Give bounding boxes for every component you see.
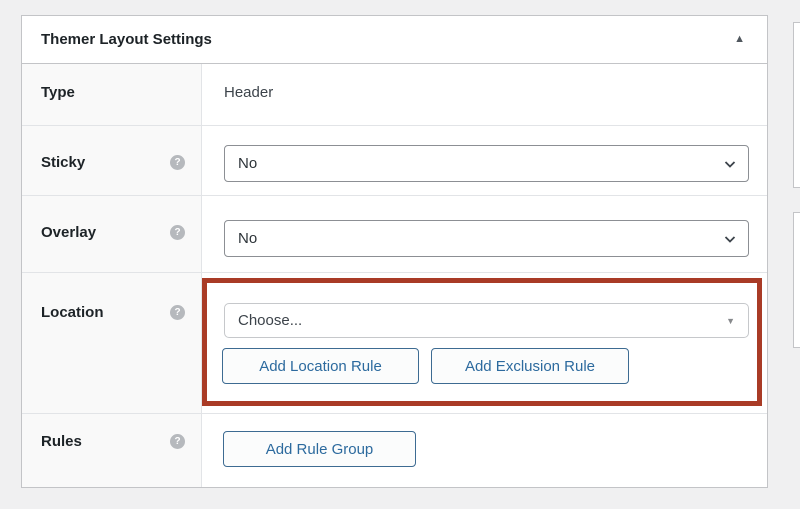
add-exclusion-rule-button[interactable]: Add Exclusion Rule bbox=[431, 348, 629, 384]
panel-header: Themer Layout Settings ▲ bbox=[22, 16, 767, 64]
sticky-select[interactable]: No bbox=[224, 145, 749, 182]
collapse-toggle-button[interactable]: ▲ bbox=[728, 32, 751, 47]
sticky-help-icon[interactable]: ? bbox=[170, 155, 185, 170]
rules-field-cell: Add Rule Group bbox=[202, 414, 767, 487]
type-label-cell: Type bbox=[22, 64, 202, 125]
rules-label: Rules bbox=[41, 433, 82, 451]
adjacent-panel-bottom bbox=[793, 212, 800, 348]
type-value-cell: Header bbox=[202, 64, 767, 125]
location-select-value: Choose... bbox=[238, 312, 302, 329]
chevron-down-icon bbox=[722, 231, 738, 247]
location-label: Location bbox=[41, 304, 104, 322]
location-label-cell: Location ? bbox=[22, 273, 202, 413]
type-value: Header bbox=[224, 84, 273, 102]
adjacent-panel-top bbox=[793, 22, 800, 188]
sticky-label-cell: Sticky ? bbox=[22, 126, 202, 195]
add-rule-group-button[interactable]: Add Rule Group bbox=[223, 431, 416, 467]
page-background: { "panel": { "title": "Themer Layout Set… bbox=[0, 0, 800, 509]
chevron-down-icon bbox=[722, 156, 738, 172]
overlay-label-cell: Overlay ? bbox=[22, 196, 202, 272]
settings-row-location: Location ? Choose... ▼ Add Location Rule… bbox=[22, 273, 767, 414]
add-location-rule-button[interactable]: Add Location Rule bbox=[222, 348, 419, 384]
location-choose-select[interactable]: Choose... ▼ bbox=[224, 303, 749, 338]
panel-title: Themer Layout Settings bbox=[41, 31, 212, 48]
rules-label-cell: Rules ? bbox=[22, 414, 202, 487]
sticky-field-cell: No bbox=[202, 126, 767, 195]
type-label: Type bbox=[41, 84, 75, 102]
sticky-select-value: No bbox=[238, 155, 257, 172]
sticky-label: Sticky bbox=[41, 154, 85, 172]
overlay-label: Overlay bbox=[41, 224, 96, 242]
overlay-help-icon[interactable]: ? bbox=[170, 225, 185, 240]
settings-row-type: Type Header bbox=[22, 64, 767, 126]
overlay-select[interactable]: No bbox=[224, 220, 749, 257]
overlay-field-cell: No bbox=[202, 196, 767, 272]
settings-row-rules: Rules ? Add Rule Group bbox=[22, 414, 767, 487]
location-field-cell: Choose... ▼ Add Location Rule Add Exclus… bbox=[202, 273, 767, 413]
location-help-icon[interactable]: ? bbox=[170, 305, 185, 320]
collapse-up-icon: ▲ bbox=[734, 33, 745, 45]
settings-row-sticky: Sticky ? No bbox=[22, 126, 767, 196]
settings-row-overlay: Overlay ? No bbox=[22, 196, 767, 273]
themer-layout-settings-panel: Themer Layout Settings ▲ Type Header Sti… bbox=[21, 15, 768, 488]
location-buttons-group: Add Location Rule Add Exclusion Rule bbox=[222, 348, 629, 384]
overlay-select-value: No bbox=[238, 230, 257, 247]
rules-help-icon[interactable]: ? bbox=[170, 434, 185, 449]
select-arrow-down-icon: ▼ bbox=[726, 315, 735, 327]
